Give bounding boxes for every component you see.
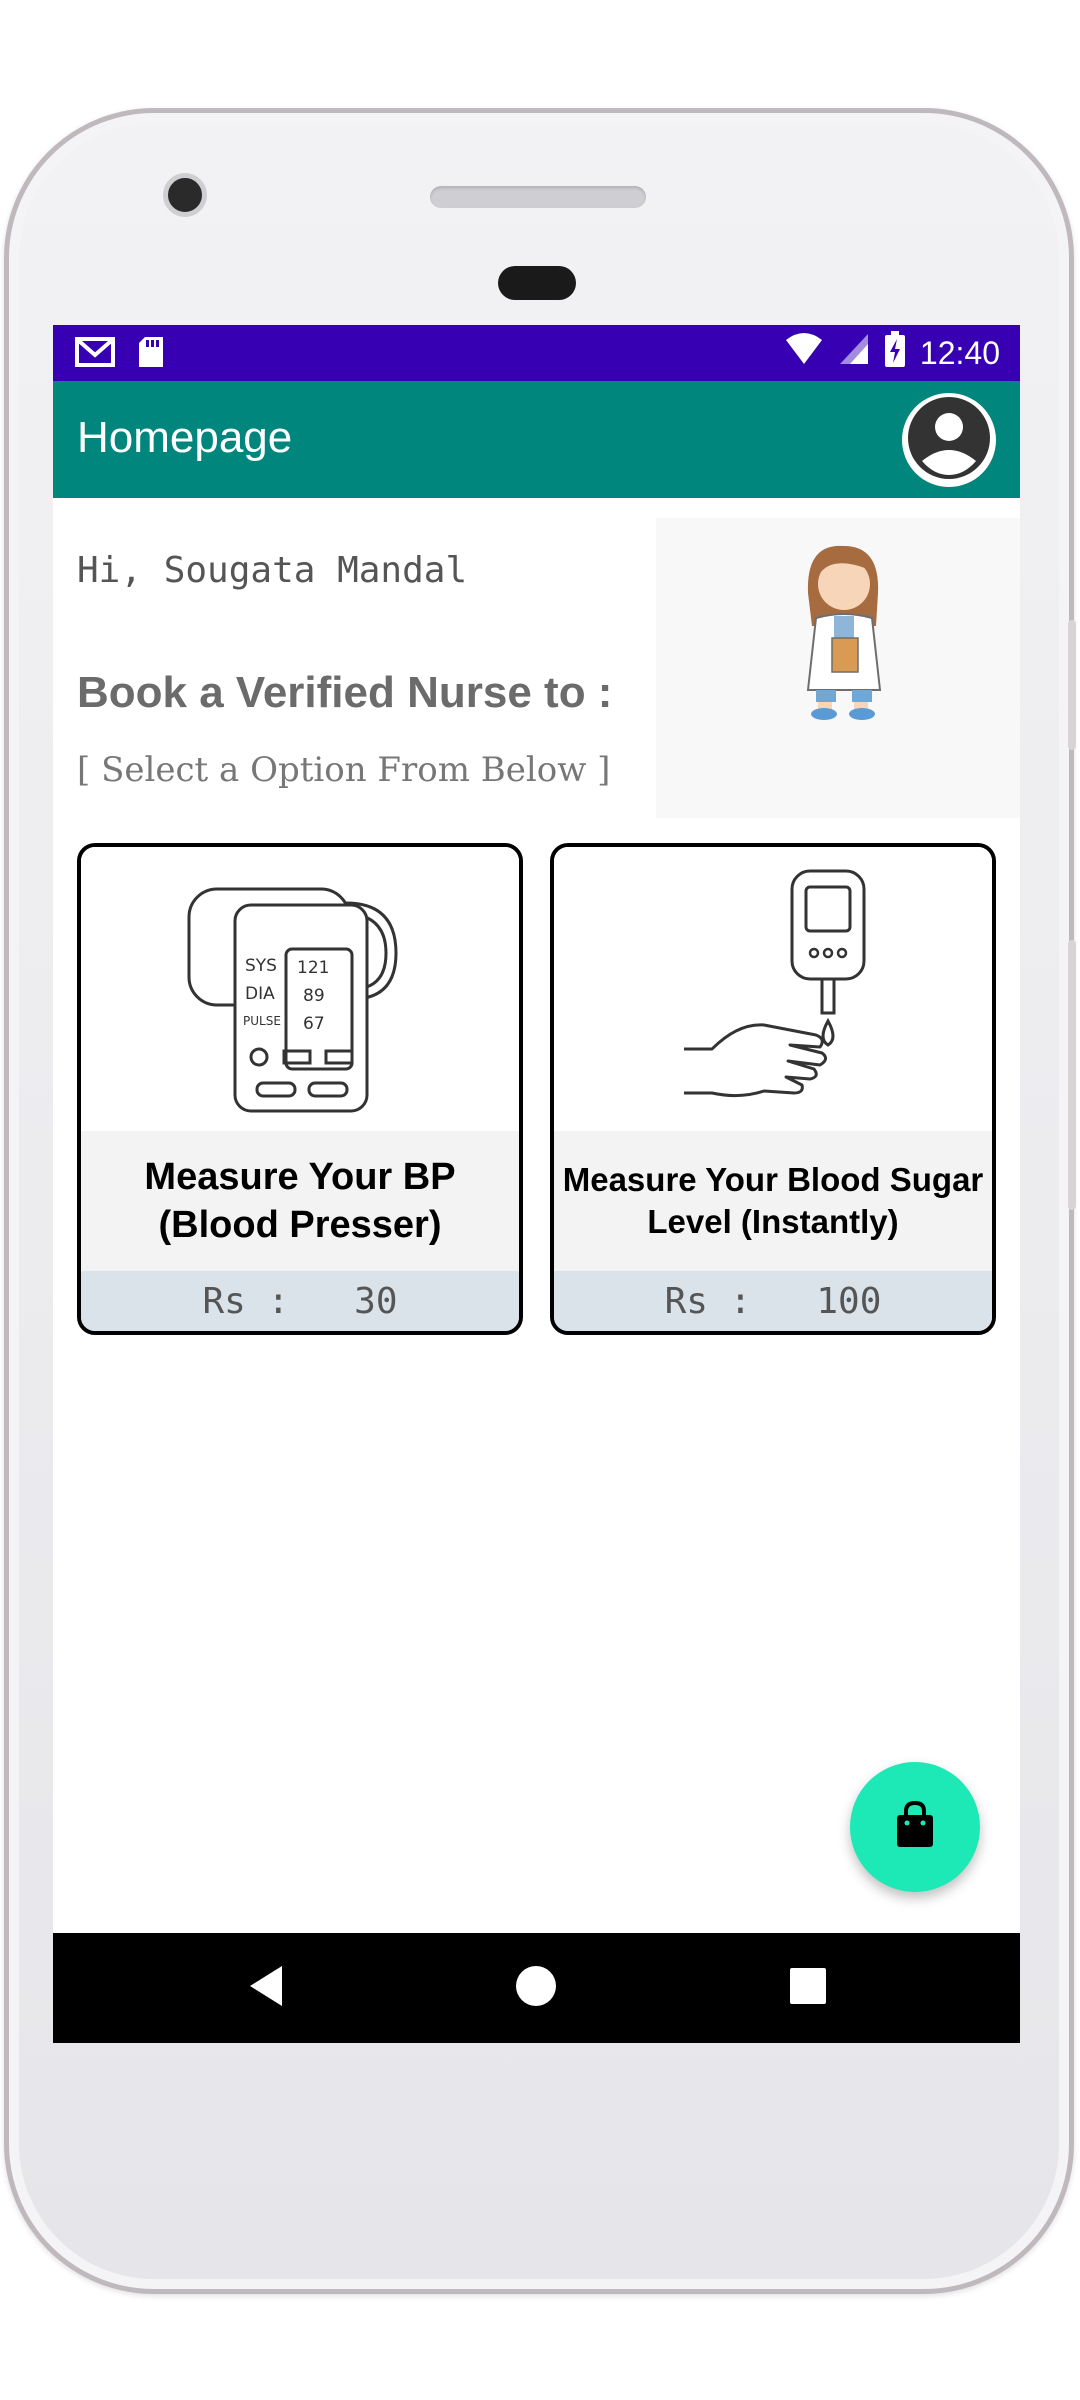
volume-button xyxy=(1068,620,1076,750)
bp-card-title: Measure Your BP (Blood Presser) xyxy=(81,1131,519,1271)
greeting-text: Hi, Sougata Mandal xyxy=(77,550,468,591)
pulse-value: 67 xyxy=(303,1014,325,1034)
profile-button[interactable] xyxy=(902,393,996,487)
main-content: Hi, Sougata Mandal Book a Verified Nurse… xyxy=(53,498,1020,1933)
app-bar: Homepage xyxy=(53,381,1020,498)
power-button xyxy=(1068,940,1076,1210)
system-nav-bar xyxy=(53,1933,1020,2043)
sugar-card-title: Measure Your Blood Sugar Level (Instantl… xyxy=(554,1131,992,1271)
nurse-illustration xyxy=(656,518,1020,818)
bp-monitor-image: SYS DIA PULSE 121 89 67 xyxy=(81,847,519,1131)
cell-signal-icon xyxy=(838,332,870,374)
dia-value: 89 xyxy=(303,986,325,1006)
proximity-sensor xyxy=(498,266,576,300)
headline: Book a Verified Nurse to : xyxy=(77,668,613,717)
dia-label: DIA xyxy=(245,984,275,1004)
earpiece-speaker xyxy=(430,186,646,208)
sd-card-icon xyxy=(137,335,165,374)
battery-charging-icon xyxy=(884,331,906,375)
front-camera xyxy=(163,173,207,217)
glucometer-image xyxy=(554,847,992,1131)
subheadline: [ Select a Option From Below ] xyxy=(77,750,611,790)
account-circle-icon xyxy=(902,391,996,490)
gmail-icon xyxy=(75,335,115,374)
cart-fab-button[interactable] xyxy=(850,1762,980,1892)
pulse-label: PULSE xyxy=(243,1014,281,1028)
back-icon xyxy=(246,1964,286,2013)
bp-title-line2: (Blood Presser) xyxy=(158,1204,442,1246)
recents-icon xyxy=(788,1966,828,2011)
bp-title-line1: Measure Your BP xyxy=(144,1156,456,1198)
status-bar: 12:40 xyxy=(53,325,1020,381)
page-title: Homepage xyxy=(77,413,293,462)
recents-button[interactable] xyxy=(783,1963,833,2013)
shopping-bag-icon xyxy=(893,1800,937,1854)
screen: 12:40 Homepage Hi, Sougata Mandal Book a… xyxy=(53,325,1020,2043)
sugar-service-card[interactable]: Measure Your Blood Sugar Level (Instantl… xyxy=(550,843,996,1335)
sugar-price: Rs : 100 xyxy=(554,1271,992,1331)
sugar-title-line2: Level (Instantly) xyxy=(647,1203,899,1240)
home-icon xyxy=(514,1964,558,2013)
back-button[interactable] xyxy=(241,1963,291,2013)
bp-service-card[interactable]: SYS DIA PULSE 121 89 67 Measure Your BP … xyxy=(77,843,523,1335)
home-button[interactable] xyxy=(511,1963,561,2013)
bp-price: Rs : 30 xyxy=(81,1271,519,1331)
sys-value: 121 xyxy=(297,958,329,978)
wifi-icon xyxy=(784,332,824,374)
sys-label: SYS xyxy=(245,956,277,976)
sugar-title-line1: Measure Your Blood Sugar xyxy=(562,1161,984,1198)
clock: 12:40 xyxy=(919,334,1000,371)
